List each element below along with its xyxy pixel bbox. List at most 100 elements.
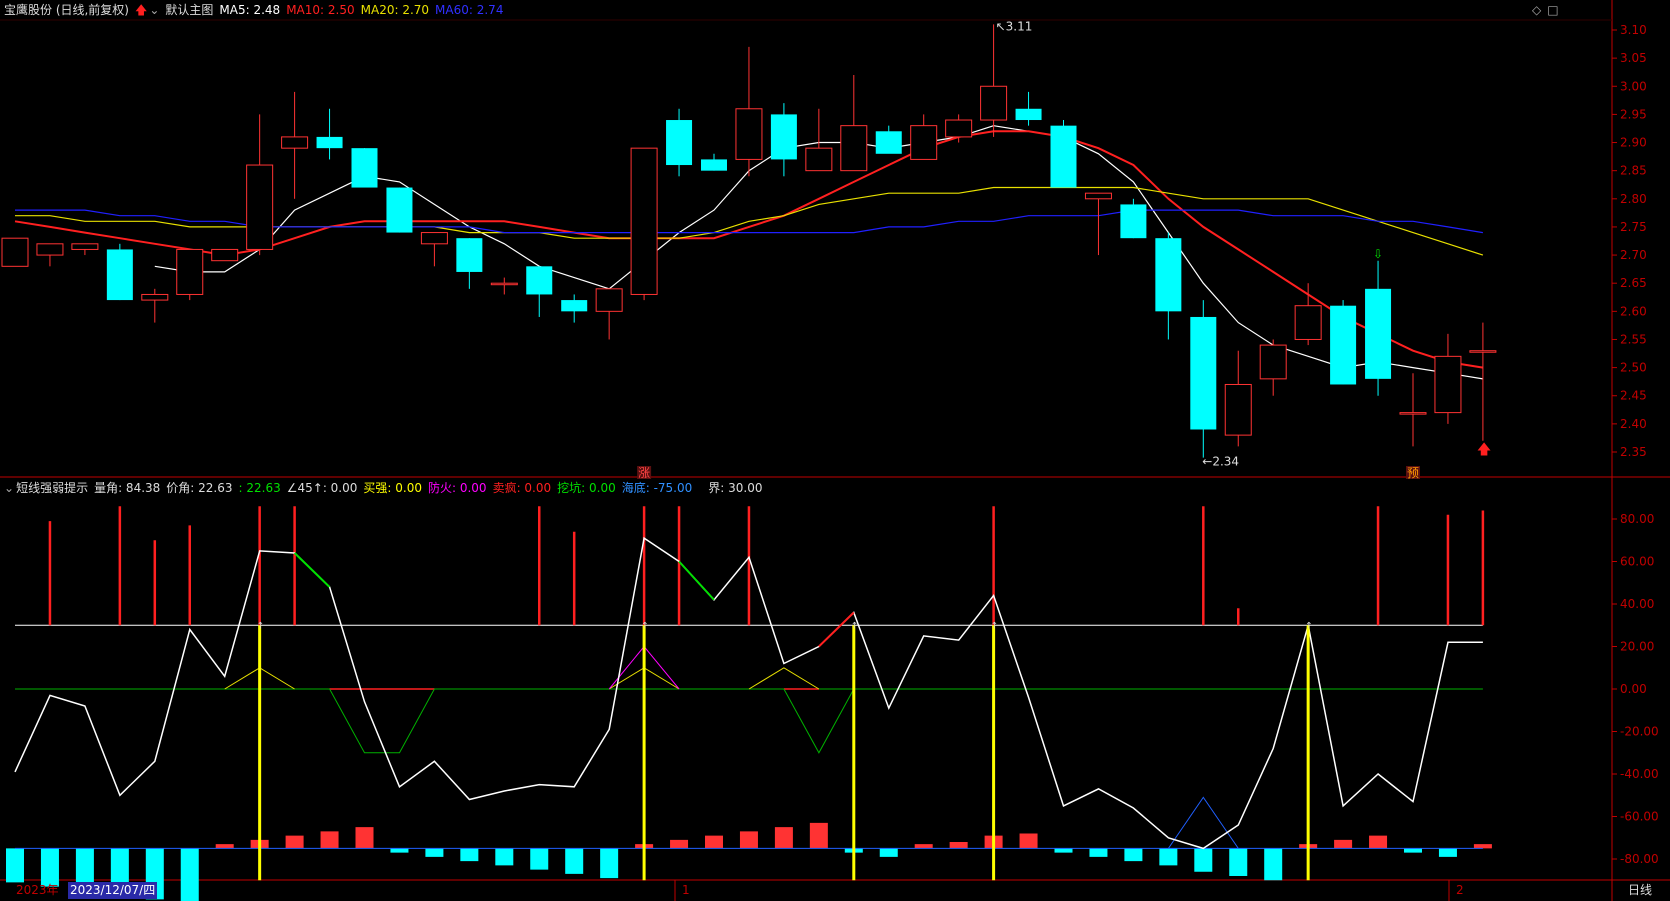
signal-arrow-icon: ↑ — [641, 621, 649, 631]
candle-body-up — [71, 243, 99, 250]
indicator-tick-label: -40.00 — [1620, 767, 1659, 781]
signal-arrow-icon: ↑ — [257, 621, 265, 631]
candle-body-down — [1190, 316, 1217, 430]
main-chart-label[interactable]: 默认主图 — [165, 3, 213, 17]
chevron-down-icon[interactable]: ⌄ — [4, 481, 14, 495]
candle-body-up — [595, 288, 623, 312]
candle-body-down — [316, 136, 343, 149]
histogram-bar — [6, 848, 24, 883]
ma10-label: MA10: 2.50 — [286, 3, 355, 17]
stock-title[interactable]: 宝鹰股份 (日线,前复权) — [4, 3, 129, 17]
value-1: : 22.63 — [238, 481, 281, 495]
histogram-bar — [914, 844, 933, 849]
ma60-label: MA60: 2.74 — [435, 3, 504, 17]
candle-body-up — [1469, 350, 1497, 353]
footer-period[interactable]: 日线 — [1628, 880, 1652, 901]
strength-red-segment — [818, 611, 855, 648]
candle-body-up — [420, 232, 448, 245]
price-tick-label: 2.35 — [1620, 445, 1647, 459]
price-tick-label: 2.95 — [1620, 107, 1647, 121]
histogram-bar — [460, 848, 479, 862]
price-tick-label: 2.65 — [1620, 276, 1647, 290]
histogram-bar — [1054, 848, 1073, 853]
candle-body-down — [1330, 305, 1357, 385]
indicator-tick-label: 80.00 — [1620, 512, 1654, 526]
histogram-bar — [285, 835, 304, 849]
diamond-icon[interactable]: ◇ — [1532, 3, 1541, 17]
candle-body-up — [1, 237, 29, 267]
candle-body-up — [281, 136, 309, 149]
candle-body-down — [456, 238, 483, 272]
candle-body-up — [840, 125, 868, 172]
price-axis: 3.10 3.05 3.00 2.95 2.90 2.85 2.80 2.75 2.70 2.65… — [1612, 23, 1647, 459]
price-tick-label: 2.70 — [1620, 248, 1647, 262]
footer-date[interactable]: 2023/12/07/四 — [68, 882, 158, 899]
histogram-bar — [180, 848, 199, 901]
candle-body-down — [386, 187, 413, 233]
price-tick-label: 2.40 — [1620, 417, 1647, 431]
histogram-bar — [390, 848, 409, 853]
candle-body-up — [246, 164, 274, 250]
main-header: 宝鹰股份 (日线,前复权) 🡅 ⌄ 默认主图 MA5: 2.48 MA10: 2.50 MA… — [4, 1, 509, 19]
candlestick-panel[interactable]: ↖3.11 ←2.34 涨 预 ⇩ 🡅 — [1, 19, 1497, 480]
candle-body-up — [1224, 383, 1252, 436]
indicator-tick-label: -80.00 — [1620, 852, 1659, 866]
candle-body-up — [1084, 192, 1112, 200]
indicator-name[interactable]: 短线强弱提示 — [16, 481, 88, 495]
candle-body-up — [980, 85, 1008, 121]
indicator-tick-label: 0.00 — [1620, 682, 1647, 696]
histogram-bar — [1229, 848, 1248, 876]
price-tick-label: 2.55 — [1620, 332, 1647, 346]
buy-strong-line — [224, 667, 820, 690]
histogram-bar — [495, 848, 514, 866]
candle-body-up — [36, 243, 64, 256]
price-tick-label: 2.80 — [1620, 192, 1647, 206]
square-icon[interactable]: □ — [1547, 3, 1558, 17]
candle-body-up — [735, 108, 763, 160]
histogram-bar — [425, 848, 444, 857]
low-annotation: ←2.34 — [1202, 455, 1239, 469]
sea-bottom: 海底: -75.00 — [621, 481, 693, 495]
histogram-bar — [1089, 848, 1108, 857]
boundary: 界: 30.00 — [708, 481, 763, 495]
histogram-bar — [1438, 848, 1457, 857]
indicator-tick-label: 40.00 — [1620, 597, 1654, 611]
histogram-bar — [1473, 844, 1492, 849]
histogram-bar — [565, 848, 584, 874]
price-angle: 价角: 22.63 — [166, 481, 233, 495]
histogram-bar — [705, 835, 723, 849]
histogram-bar — [1159, 848, 1178, 866]
histogram-bar — [1124, 848, 1143, 862]
candle-body-down — [1155, 238, 1182, 312]
value-2: ∠45↑: 0.00 — [286, 481, 358, 495]
price-tick-label: 3.05 — [1620, 51, 1647, 65]
dig-pit-line — [329, 688, 855, 754]
chart-frame — [0, 0, 1670, 901]
chevron-down-icon[interactable]: ⌄ — [149, 3, 159, 17]
histogram-bar — [879, 848, 898, 857]
candle-body-up — [910, 125, 938, 160]
candle-body-up — [1294, 305, 1322, 340]
ma20-label: MA20: 2.70 — [360, 3, 430, 17]
high-annotation: ↖3.11 — [996, 19, 1033, 33]
histogram-bar — [949, 842, 968, 849]
price-tick-label: 2.85 — [1620, 164, 1647, 178]
ma-line-ma20 — [15, 186, 1484, 256]
signal-arrow-icon: ↑ — [991, 621, 999, 631]
histogram-bar — [1194, 848, 1213, 872]
candle-body-down — [351, 148, 378, 188]
histogram-bar — [1019, 833, 1038, 849]
candle-body-up — [805, 147, 833, 172]
marker-badge: 预 — [1407, 466, 1419, 480]
candle-body-up — [1399, 412, 1427, 415]
histogram-bar — [215, 844, 234, 849]
down-signal-icon: ⇩ — [1373, 247, 1383, 261]
candle-body-down — [1365, 288, 1392, 379]
histogram-bar — [809, 822, 828, 849]
indicator-panel[interactable]: ↑ ↑ ↑ ↑ ↑ — [6, 506, 1492, 901]
histogram-bar — [1404, 848, 1422, 853]
price-tick-label: 2.50 — [1620, 361, 1647, 375]
histogram-bar — [739, 831, 758, 849]
histogram-bar — [774, 827, 793, 849]
histogram-bar — [530, 848, 549, 870]
